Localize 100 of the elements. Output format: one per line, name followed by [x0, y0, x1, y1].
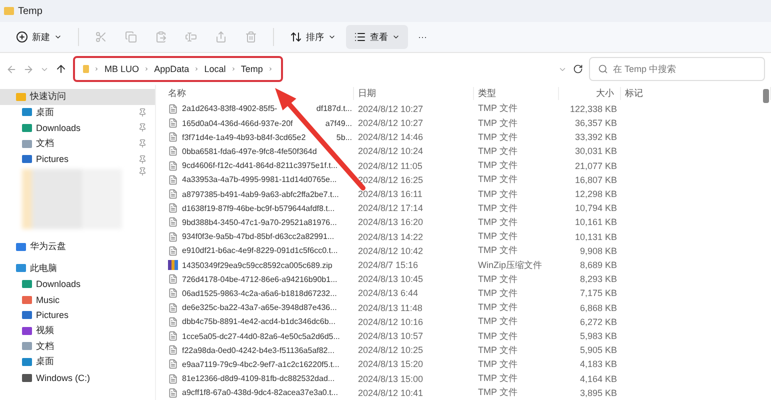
more-button[interactable]: ··· [410, 25, 435, 49]
copy-icon [125, 31, 137, 43]
sidebar-item[interactable]: Downloads [0, 276, 155, 292]
table-cell-text: 33,392 KB [574, 132, 618, 142]
table-cell-text: 2024/8/7 15:16 [357, 260, 420, 270]
file-name-cell[interactable]: e9aa7119-79c9-4bc2-9ef7-a1c2c16220f5.t... [164, 359, 354, 370]
breadcrumb-item[interactable]: Local [204, 64, 226, 74]
table-cell-text: 4,164 KB [578, 374, 618, 384]
file-name-cell[interactable]: 81e12366-d8d9-4109-81fb-dc882532dad... [164, 374, 354, 384]
column-header[interactable]: 大小 [559, 86, 621, 100]
address-bar[interactable]: MB LUO AppData Local Temp [73, 56, 283, 82]
sidebar-item[interactable]: 视频 [0, 322, 155, 339]
column-header[interactable]: 类型 [474, 86, 559, 100]
file-name-cell[interactable]: a8797385-b491-4ab9-9a63-abfc2ffa2be7.t... [164, 189, 354, 200]
sidebar-item[interactable]: 华为云盘 [0, 238, 155, 255]
file-icon [168, 246, 178, 256]
chevron-icon [144, 65, 150, 73]
file-name-cell[interactable]: 14350349f29ea9c59cc8592ca005c689.zip [164, 260, 354, 270]
file-name-cell[interactable]: 4a33953a-4a7b-4995-9981-11d14d0765e... [164, 174, 354, 185]
file-name-cell[interactable]: f22a98da-0ed0-4242-b4e3-f51136a5af82... [164, 345, 354, 356]
chevron-icon [194, 65, 200, 73]
table-cell-text: TMP 文件 [477, 216, 518, 229]
table-cell-text: TMP 文件 [477, 372, 518, 386]
breadcrumb-item[interactable]: MB LUO [104, 64, 140, 74]
table-cell-text: TMP 文件 [477, 202, 518, 215]
file-name-cell[interactable]: 1cce5a05-dc27-44d0-82a6-4e50c5a2d6d5... [164, 331, 354, 342]
sidebar-item[interactable]: Windows (C:) [0, 370, 155, 386]
share-icon [215, 31, 227, 43]
refresh-icon[interactable] [573, 64, 583, 74]
table-cell-text: 6,868 KB [578, 302, 618, 313]
file-icon [168, 132, 178, 142]
file-icon [168, 316, 178, 327]
view-button[interactable]: 查看 [346, 25, 408, 49]
forward-icon[interactable] [23, 64, 34, 74]
trash-icon [245, 31, 257, 43]
scissors-icon [95, 31, 107, 43]
table-cell-text: TMP 文件 [477, 330, 518, 343]
table-cell-text: 8,689 KB [578, 260, 618, 270]
table-cell-text: TMP 文件 [477, 315, 518, 328]
table-cell-text: TMP 文件 [477, 173, 518, 186]
table-cell-text: 3,895 KB [578, 388, 618, 398]
table-cell-text: 6,272 KB [578, 316, 618, 327]
table-cell-text: WinZip压缩文件 [477, 258, 544, 272]
sort-button[interactable]: 排序 [282, 25, 344, 49]
file-name-cell[interactable]: a9cff1f8-67a0-438d-9dc4-82acea37e3a0.t... [164, 388, 354, 398]
file-name-cell[interactable]: 934f0f3e-9a5b-47bd-85bf-d63cc2a82991... [164, 232, 354, 242]
new-button[interactable]: 新建 [8, 25, 70, 49]
up-icon[interactable] [55, 63, 67, 75]
table-cell-text: TMP 文件 [477, 116, 518, 130]
sidebar-item[interactable]: 桌面 [0, 104, 155, 120]
sidebar-item[interactable]: 桌面 [0, 354, 155, 370]
file-icon [168, 359, 178, 370]
file-name-cell[interactable]: 06ad1525-9863-4c2a-a6a6-b1818d67232... [164, 288, 354, 298]
table-cell-text: 2024/8/13 6:44 [357, 288, 420, 298]
file-name-cell[interactable]: 9cd4606f-f12c-4d41-864d-8211c3975e1f.t... [164, 160, 354, 171]
file-name-cell[interactable]: f3f71d4e-1a49-4b93-b84f-3cd65e2 5b... [164, 132, 354, 142]
breadcrumb-item[interactable]: AppData [154, 64, 190, 74]
file-name-cell[interactable]: 2a1d2643-83f8-4902-85f5- df187d.t... [164, 104, 354, 114]
folder-icon [4, 7, 14, 15]
table-cell-text: 2024/8/13 16:11 [357, 189, 424, 200]
sidebar-item[interactable]: 此电脑 [0, 260, 155, 276]
sidebar-item[interactable]: Music [0, 292, 155, 308]
file-name-cell[interactable]: 726d4178-04be-4712-86e6-a94216b90b1... [164, 274, 354, 284]
table-cell-text: 8,293 KB [578, 274, 618, 284]
table-cell-text: TMP 文件 [477, 102, 518, 116]
file-icon [168, 174, 178, 185]
file-icon [168, 146, 178, 156]
chevron-icon [268, 65, 274, 73]
file-name-cell[interactable]: d1638f19-87f9-46be-bc9f-b579644afdf8.t... [164, 203, 354, 214]
file-name-cell[interactable]: 9bd388b4-3450-47c1-9a70-29521a81976... [164, 217, 354, 228]
table-cell-text: TMP 文件 [477, 188, 518, 201]
scrollbar-thumb[interactable] [763, 89, 769, 103]
file-name-cell[interactable]: 0bba6581-fda6-497e-9fc8-4fe50f364d [164, 146, 354, 156]
table-cell-text: TMP 文件 [477, 358, 518, 371]
table-cell-text: 9,908 KB [578, 246, 618, 256]
file-icon [168, 203, 178, 214]
sidebar-item[interactable]: 快速访问 [0, 89, 155, 105]
sidebar-item[interactable]: 文档 [0, 136, 155, 152]
column-header[interactable]: 日期 [354, 86, 474, 100]
file-name-cell[interactable]: dbb4c75b-8891-4e42-acd4-b1dc346dc6b... [164, 316, 354, 327]
breadcrumb-item[interactable]: Temp [240, 64, 263, 74]
table-cell-text: 5,983 KB [578, 331, 618, 342]
back-icon[interactable] [6, 64, 17, 74]
file-icon [168, 345, 178, 356]
table-cell-text: 4,183 KB [578, 359, 618, 370]
table-cell-text: 2024/8/12 10:25 [357, 345, 424, 356]
sidebar-item[interactable]: 文档 [0, 338, 155, 354]
file-name-cell[interactable]: de6e325c-ba22-43a7-a65e-3948d87e436... [164, 302, 354, 313]
chevron-icon [94, 65, 100, 73]
caret-icon [392, 33, 400, 41]
clipboard-icon [155, 31, 167, 43]
file-name-cell[interactable]: 165d0a04-436d-466d-937e-20f a7f49... [164, 118, 354, 128]
sidebar-item[interactable]: Pictures [0, 151, 155, 167]
file-name-cell[interactable]: e910df21-b6ac-4e9f-8229-091d1c5f6cc0.t... [164, 246, 354, 256]
sidebar-item[interactable]: Downloads [0, 120, 155, 136]
table-cell-text: 2024/8/12 10:27 [357, 104, 424, 114]
sidebar-item[interactable]: Pictures [0, 307, 155, 323]
chevron-icon [230, 65, 236, 73]
table-cell-text: 2024/8/12 11:05 [357, 160, 424, 171]
search-field[interactable]: 在 Temp 中搜索 [589, 57, 765, 81]
